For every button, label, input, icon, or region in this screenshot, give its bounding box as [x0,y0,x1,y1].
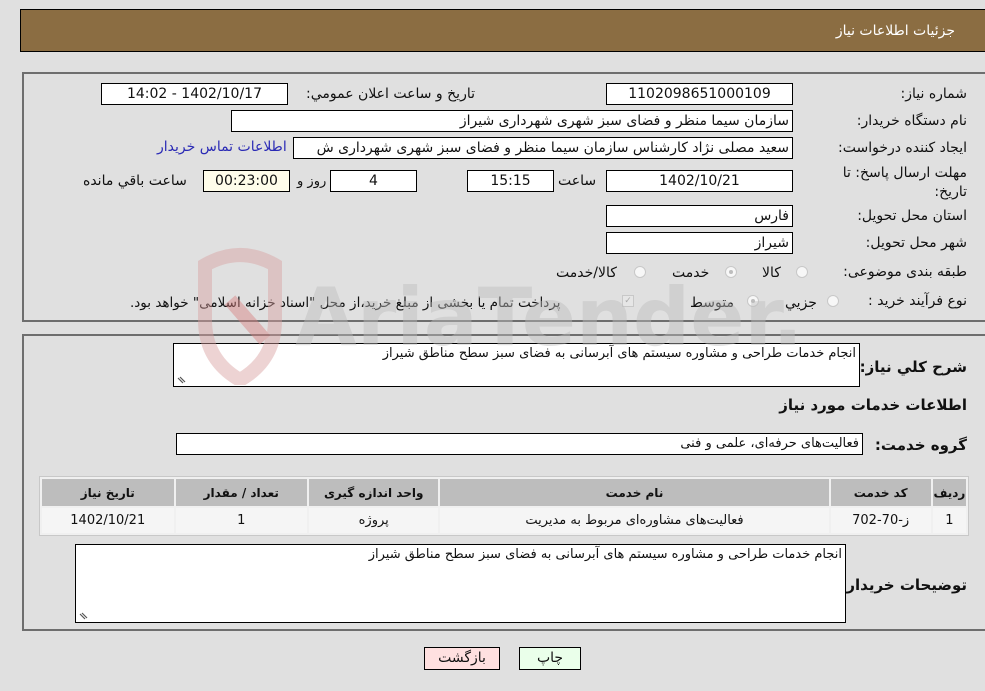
time-label: ساعت [558,173,597,189]
cell-quantity: 1 [175,508,307,533]
process-option-medium: متوسط [690,295,734,311]
province-label: استان محل تحویل: [857,208,967,224]
services-table: ردیف کد خدمت نام خدمت واحد اندازه گیری ت… [39,476,969,536]
buyer-org-field: سازمان سیما منظر و فضای سبز شهری شهرداری… [231,110,793,132]
process-radio-minor[interactable] [827,295,839,307]
buyer-contact-link[interactable]: اطلاعات تماس خریدار [157,139,287,155]
buyer-notes-label: توضیحات خریدار: [840,576,967,594]
category-option-goods-service: کالا/خدمت [556,265,617,281]
service-group-label: گروه خدمت: [874,436,967,454]
city-field: شیراز [606,232,793,254]
requester-label: ایجاد کننده درخواست: [838,140,967,156]
announce-label: تاریخ و ساعت اعلان عمومي: [306,86,475,102]
deadline-date-field: 1402/10/21 [606,170,793,192]
city-label: شهر محل تحویل: [865,235,967,251]
col-service-code: کد خدمت [830,479,931,506]
buyer-org-label: نام دستگاه خریدار: [856,113,967,129]
description-text: انجام خدمات طراحی و مشاوره سیستم های آبر… [382,346,856,361]
table-header-row: ردیف کد خدمت نام خدمت واحد اندازه گیری ت… [42,479,966,506]
days-label: روز و [297,174,327,189]
category-option-goods: کالا [762,265,781,281]
col-unit: واحد اندازه گیری [309,479,439,506]
resize-grip-icon[interactable] [176,374,186,384]
resize-grip-icon[interactable] [78,610,88,620]
category-radio-goods[interactable] [796,266,808,278]
cell-service-code: ز-70-702 [830,508,931,533]
category-option-service: خدمت [672,265,710,281]
print-button[interactable]: چاپ [519,647,581,670]
cell-need-date: 1402/10/21 [42,508,174,533]
description-label: شرح کلي نیاز: [859,358,967,376]
deadline-time-field: 15:15 [467,170,554,192]
need-number-field: 1102098651000109 [606,83,793,105]
col-row: ردیف [932,479,966,506]
treasury-checkbox[interactable]: ✓ [622,295,634,307]
requester-field: سعید مصلی نژاد کارشناس سازمان سیما منظر … [293,137,793,159]
page-title: جزئیات اطلاعات نیاز [835,23,955,39]
need-number-label: شماره نیاز: [900,86,968,102]
buyer-notes-text: انجام خدمات طراحی و مشاوره سیستم های آبر… [368,547,842,562]
description-textarea[interactable]: انجام خدمات طراحی و مشاوره سیستم های آبر… [173,343,860,387]
cell-service-name: فعالیت‌های مشاوره‌ای مربوط به مدیریت [440,508,829,533]
col-service-name: نام خدمت [440,479,829,506]
back-button[interactable]: بازگشت [424,647,500,670]
category-radio-service[interactable] [725,266,737,278]
deadline-label: مهلت ارسال پاسخ: تا تاریخ: [842,165,967,200]
remaining-time-field: 00:23:00 [203,170,290,192]
announce-field: 1402/10/17 - 14:02 [101,83,288,105]
page-header: جزئیات اطلاعات نیاز [20,9,985,52]
services-section-title: اطلاعات خدمات مورد نیاز [779,396,967,414]
process-option-minor: جزیي [785,295,817,311]
days-field: 4 [330,170,417,192]
buyer-notes-textarea[interactable]: انجام خدمات طراحی و مشاوره سیستم های آبر… [75,544,846,623]
remaining-label: ساعت باقي مانده [83,173,187,189]
table-row: 1 ز-70-702 فعالیت‌های مشاوره‌ای مربوط به… [42,508,966,533]
category-label: طبقه بندی موضوعی: [843,264,967,280]
col-quantity: تعداد / مقدار [175,479,307,506]
cell-row: 1 [932,508,966,533]
province-field: فارس [606,205,793,227]
cell-unit: پروژه [309,508,439,533]
category-radio-goods-service[interactable] [634,266,646,278]
col-need-date: تاریخ نیاز [42,479,174,506]
treasury-note: پرداخت تمام یا بخشی از مبلغ خرید،از محل … [130,295,561,311]
process-label: نوع فرآیند خرید : [868,293,967,309]
service-group-field: فعالیت‌های حرفه‌ای، علمی و فنی [176,433,863,455]
process-radio-medium[interactable] [747,295,759,307]
